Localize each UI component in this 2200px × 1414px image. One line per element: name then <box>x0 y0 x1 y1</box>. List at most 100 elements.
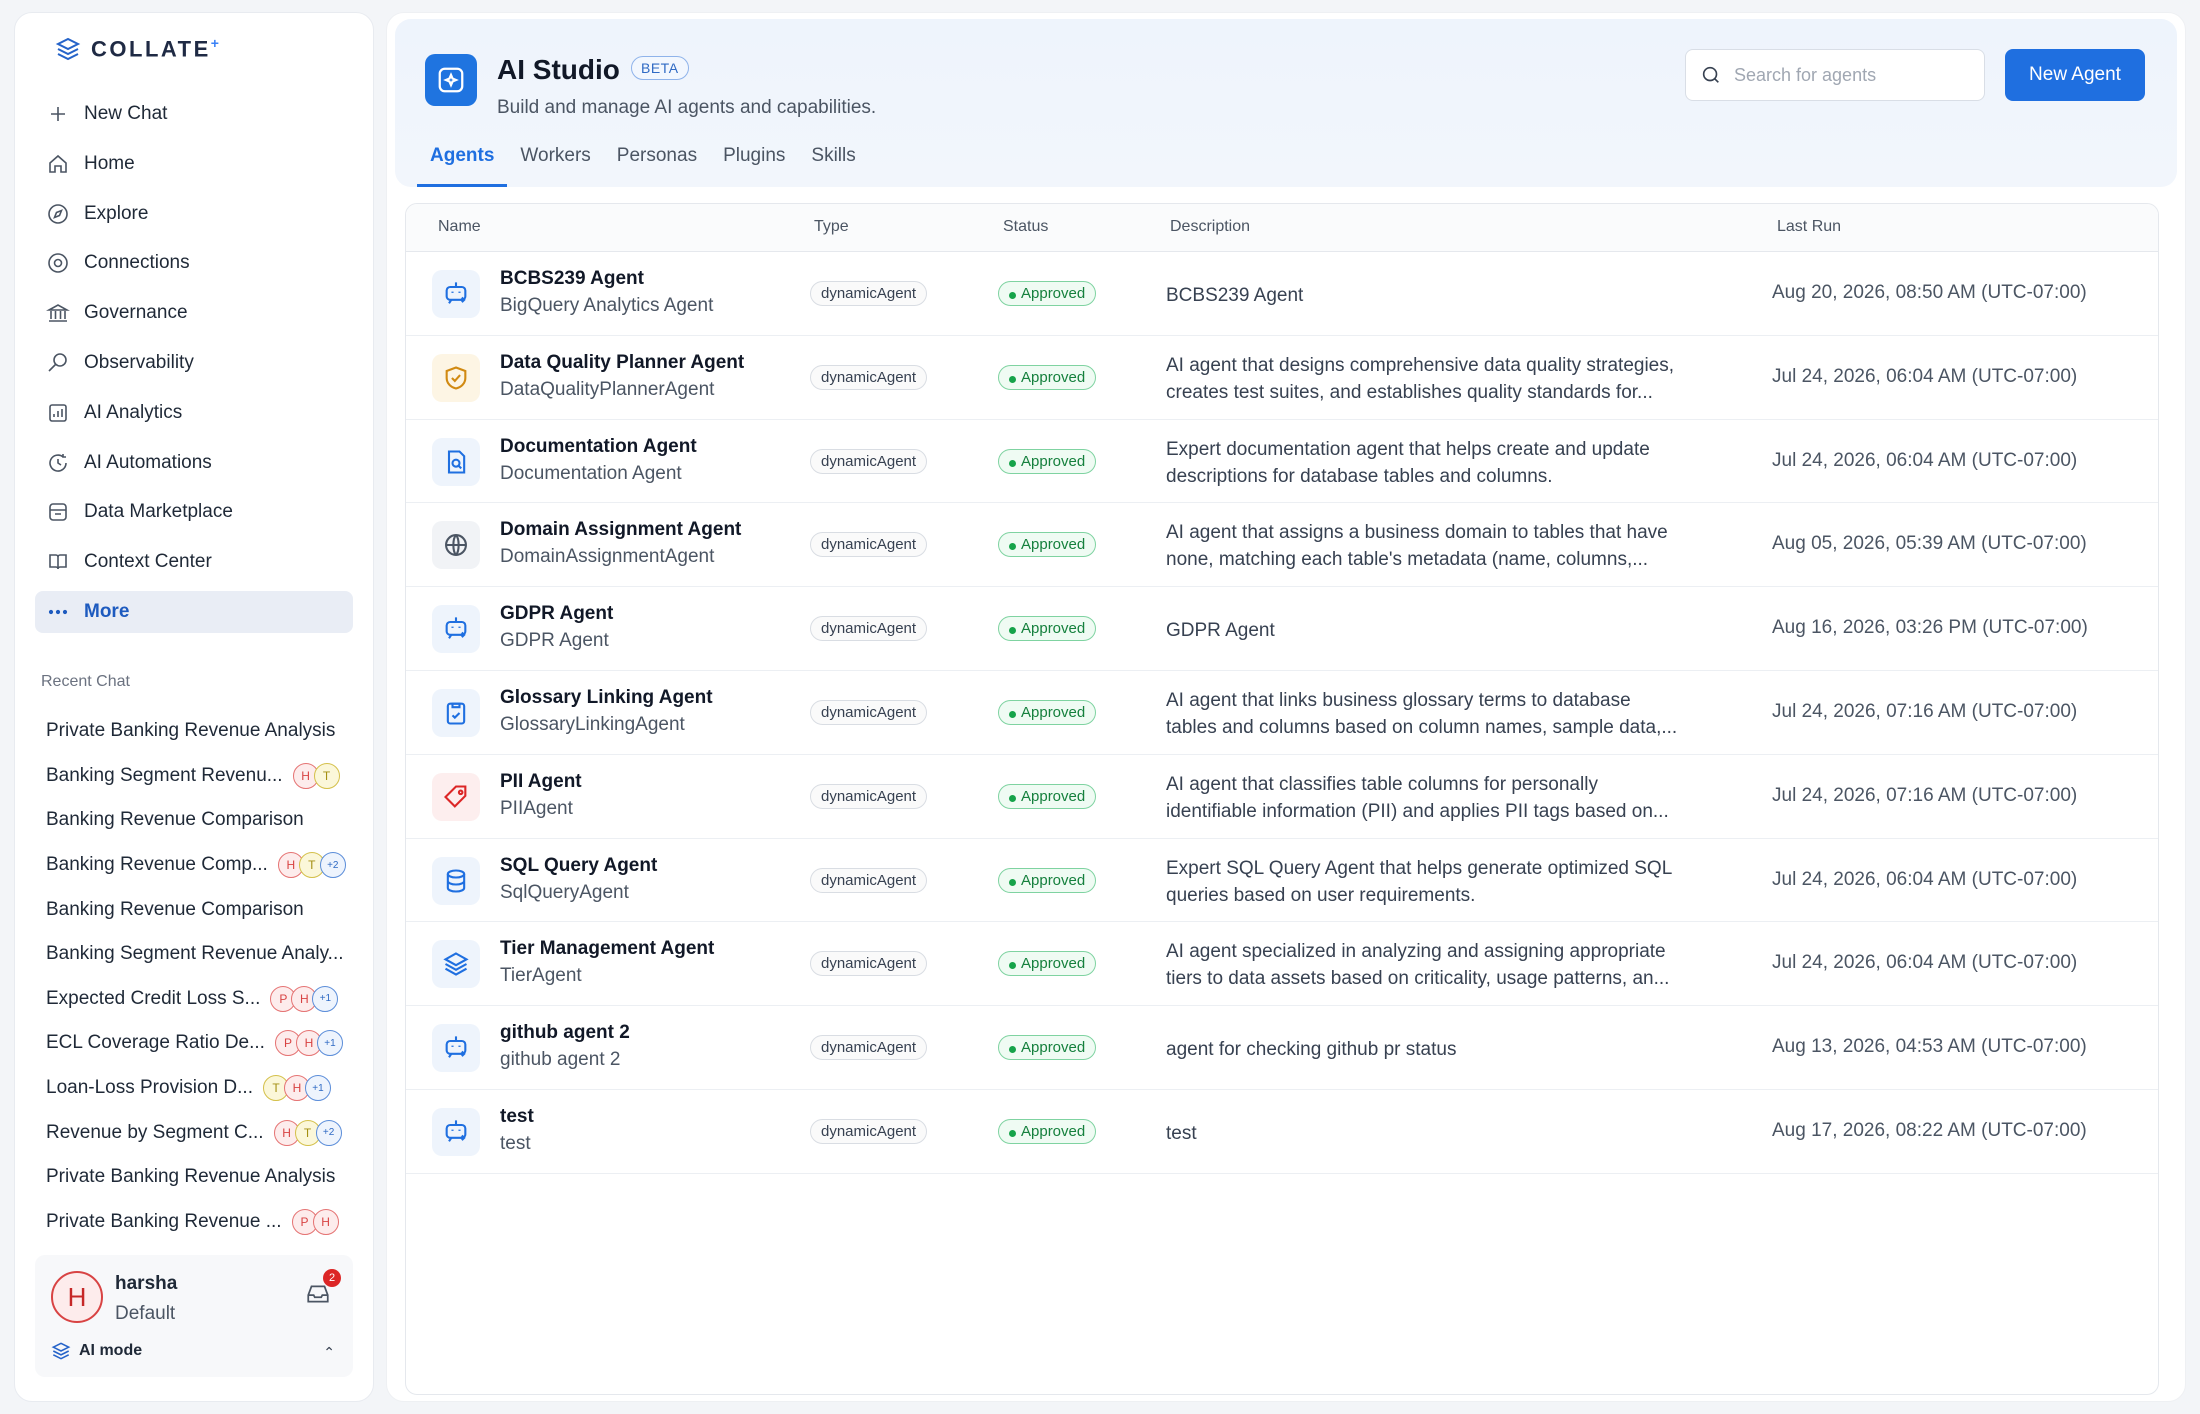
nav-data-marketplace[interactable]: Data Marketplace <box>35 491 353 533</box>
nav-label: Explore <box>84 202 149 224</box>
table-row[interactable]: PII Agent PIIAgent dynamicAgent Approved AI … <box>406 755 2158 839</box>
globe-icon <box>445 534 467 557</box>
agent-name[interactable]: BCBS239 Agent <box>500 268 644 290</box>
recent-chat-item[interactable]: Banking Revenue Comparison <box>35 798 353 843</box>
recent-chat-item[interactable]: Expected Credit Loss S... P H +1 <box>35 977 353 1022</box>
avatar: +2 <box>319 852 346 879</box>
avatar: +1 <box>305 1075 331 1102</box>
table-row[interactable]: Tier Management Agent TierAgent dynamicAge… <box>406 922 2158 1007</box>
search-input[interactable] <box>1734 64 1964 86</box>
nav-connections[interactable]: Connections <box>35 242 353 284</box>
agent-name[interactable]: Data Quality Planner Agent <box>500 352 744 374</box>
inbox-button[interactable]: 2 <box>305 1269 341 1312</box>
last-run-time: Jul 24, 2026, 06:04 AM (UTC-07:00) <box>1772 868 2078 890</box>
recent-chat-item[interactable]: Banking Segment Revenu... H T <box>35 754 353 799</box>
status-badge: Approved <box>998 616 1097 642</box>
agent-icon-cell <box>432 270 480 318</box>
avatar[interactable]: H <box>51 1271 103 1323</box>
last-run-time: Aug 05, 2026, 05:39 AM (UTC-07:00) <box>1772 533 2087 555</box>
chevron-up-icon[interactable]: ⌃ <box>323 1344 335 1361</box>
agent-id: DataQualityPlannerAgent <box>500 378 715 400</box>
agent-name[interactable]: PII Agent <box>500 771 582 793</box>
nav-ai-automations[interactable]: AI Automations <box>35 442 353 484</box>
agent-name[interactable]: GDPR Agent <box>500 603 613 625</box>
page-header: AI Studio BETA Build and manage AI agent… <box>395 19 2177 187</box>
agent-icon-cell <box>432 940 480 989</box>
recent-chat-item[interactable]: Banking Segment Revenue Analy... <box>35 932 353 977</box>
recent-chat-label: ECL Coverage Ratio De... <box>46 1032 265 1054</box>
agent-name[interactable]: github agent 2 <box>500 1022 630 1044</box>
recent-chat-label: Banking Revenue Comparison <box>46 898 304 920</box>
tab-skills[interactable]: Skills <box>798 131 868 187</box>
logo[interactable]: COLLATE+ <box>55 35 353 63</box>
nav-governance[interactable]: Governance <box>35 292 353 334</box>
table-row[interactable]: SQL Query Agent SqlQueryAgent dynamicAgent… <box>406 839 2158 923</box>
agent-name[interactable]: Glossary Linking Agent <box>500 687 713 709</box>
nav-context-center[interactable]: Context Center <box>35 541 353 583</box>
nav-observability[interactable]: Observability <box>35 342 353 384</box>
table-row[interactable]: GDPR Agent GDPR Agent dynamicAgent Approved… <box>406 587 2158 671</box>
column-header-description[interactable]: Description <box>1170 218 1250 236</box>
nav-more[interactable]: More <box>35 590 353 633</box>
bot-icon <box>445 1120 467 1142</box>
nav-explore[interactable]: Explore <box>35 193 353 235</box>
layers-icon <box>443 952 469 977</box>
agent-description: AI agent that links business glossary te… <box>1166 689 1678 738</box>
column-header-status[interactable]: Status <box>1003 218 1048 236</box>
nav-home[interactable]: Home <box>35 143 353 185</box>
avatar: +1 <box>312 985 339 1012</box>
agent-name[interactable]: Domain Assignment Agent <box>500 519 741 541</box>
status-badge: Approved <box>998 1118 1097 1144</box>
table-row[interactable]: Documentation Agent Documentation Agent dy… <box>406 420 2158 504</box>
agent-name[interactable]: Tier Management Agent <box>500 938 714 960</box>
user-card[interactable]: H harsha Default 2 AI mode ⌃ <box>35 1255 353 1377</box>
nav-label: Governance <box>84 302 188 324</box>
table-row[interactable]: Domain Assignment Agent DomainAssignmentA… <box>406 503 2158 588</box>
tab-agents[interactable]: Agents <box>417 131 508 187</box>
table-body: BCBS239 Agent BigQuery Analytics Agent dyn… <box>406 252 2158 1174</box>
new-agent-button[interactable]: New Agent <box>2005 49 2145 101</box>
main-panel: AI Studio BETA Build and manage AI agent… <box>386 12 2186 1402</box>
recent-chat-item[interactable]: Private Banking Revenue ... P H <box>35 1200 353 1245</box>
tag-icon <box>444 785 467 808</box>
telescope-icon <box>48 353 67 372</box>
nav-new-chat[interactable]: New Chat <box>35 93 353 135</box>
column-header-last-run[interactable]: Last Run <box>1777 218 1841 236</box>
agent-id: GlossaryLinkingAgent <box>500 713 685 735</box>
tab-personas[interactable]: Personas <box>604 131 710 187</box>
tab-workers[interactable]: Workers <box>507 131 603 187</box>
recent-chat-item[interactable]: Banking Revenue Comparison <box>35 887 353 932</box>
agent-name[interactable]: SQL Query Agent <box>500 855 657 877</box>
participant-avatars: H T +2 <box>273 1119 342 1146</box>
user-name: harsha <box>115 1273 178 1294</box>
ai-mode-toggle[interactable]: AI mode <box>51 1341 142 1361</box>
nav-label: Observability <box>84 351 194 373</box>
last-run-time: Aug 20, 2026, 08:50 AM (UTC-07:00) <box>1772 282 2087 303</box>
recent-chat-item[interactable]: Banking Revenue Comp... H T +2 <box>35 843 353 888</box>
recent-chat-label: Expected Credit Loss S... <box>46 987 261 1009</box>
agent-name[interactable]: test <box>500 1106 534 1128</box>
status-badge: Approved <box>998 951 1097 977</box>
table-row[interactable]: BCBS239 Agent BigQuery Analytics Agent dyn… <box>406 252 2158 336</box>
type-badge: dynamicAgent <box>810 281 928 306</box>
table-row[interactable]: Glossary Linking Agent GlossaryLinkingAge… <box>406 671 2158 755</box>
agent-name[interactable]: Documentation Agent <box>500 436 697 458</box>
column-header-name[interactable]: Name <box>438 218 481 236</box>
tab-bar: Agents Workers Personas Plugins Skills <box>417 131 869 187</box>
table-row[interactable]: github agent 2 github agent 2 dynamicAgent… <box>406 1006 2158 1090</box>
recent-chat-item[interactable]: ECL Coverage Ratio De... P H +1 <box>35 1021 353 1066</box>
recent-chat-item[interactable]: Private Banking Revenue Analysis <box>35 1155 353 1200</box>
recent-chat-item[interactable]: Private Banking Revenue Analysis <box>35 709 353 754</box>
table-row[interactable]: test test dynamicAgent Approved test Aug 17, … <box>406 1090 2158 1174</box>
recent-chat-item[interactable]: Revenue by Segment C... H T +2 <box>35 1110 353 1155</box>
type-badge: dynamicAgent <box>810 867 928 893</box>
participant-avatars: PH <box>291 1208 339 1235</box>
search-box[interactable] <box>1685 49 1985 101</box>
nav-ai-analytics[interactable]: AI Analytics <box>35 392 353 434</box>
recent-chat-item[interactable]: Loan-Loss Provision D... T H +1 <box>35 1066 353 1111</box>
recent-chat-label: Private Banking Revenue ... <box>46 1210 282 1232</box>
column-header-type[interactable]: Type <box>814 218 849 236</box>
table-row[interactable]: Data Quality Planner Agent DataQualityPla… <box>406 336 2158 420</box>
tab-plugins[interactable]: Plugins <box>710 131 798 187</box>
automation-icon <box>49 453 67 472</box>
